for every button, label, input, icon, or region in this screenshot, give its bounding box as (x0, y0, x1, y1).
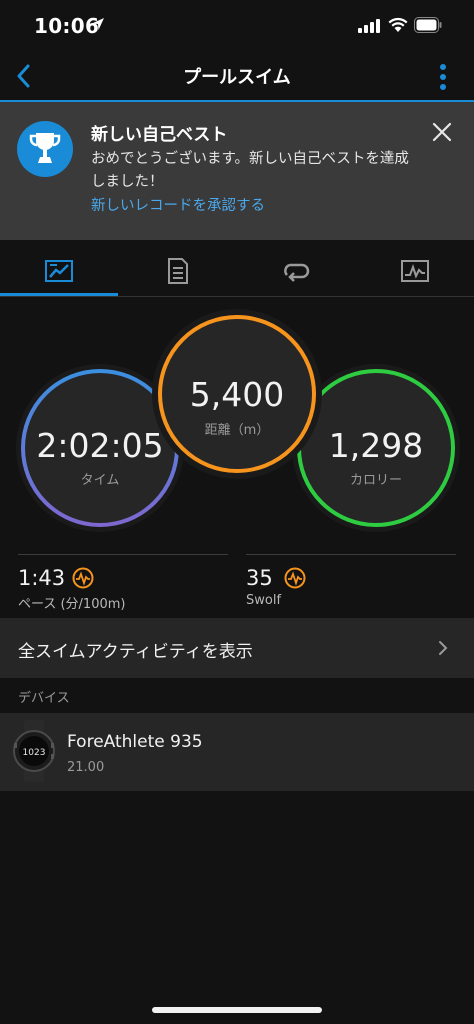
swolf-value: 35 (246, 566, 273, 590)
navigation-bar: プールスイム (0, 52, 474, 102)
stats-icon (45, 260, 74, 282)
divider (246, 554, 456, 555)
calories-label: カロリー (349, 473, 402, 488)
activity-page: 10:06 プールスイム 新しい自己ベスト おめでとうございます。新しい自己ベス… (0, 0, 474, 1024)
cellular-signal-icon (358, 19, 380, 33)
watch-icon: 1023 (13, 720, 55, 782)
divider (0, 296, 474, 297)
page-title: プールスイム (183, 67, 291, 88)
chevron-right-icon (439, 641, 448, 655)
home-indicator[interactable] (152, 1007, 322, 1013)
device-name: ForeAthlete 935 (67, 732, 203, 752)
swolf-label: Swolf (246, 593, 282, 608)
document-icon (167, 258, 188, 284)
pace-label: ペース (分/100m) (18, 597, 126, 612)
banner-title: 新しい自己ベスト (91, 125, 228, 145)
device-version: 21.00 (67, 760, 105, 775)
divider (18, 554, 228, 555)
tab-laps[interactable] (237, 246, 356, 296)
trophy-icon (17, 121, 73, 177)
personal-record-banner: 新しい自己ベスト おめでとうございます。新しい自己ベストを達成しました！ (0, 102, 474, 240)
distance-value: 5,400 (189, 375, 285, 414)
banner-message: おめでとうございます。新しい自己ベストを達成しました！ (91, 151, 409, 190)
watch-face-time: 1023 (23, 748, 46, 758)
devices-section-label: デバイス (18, 691, 70, 706)
tab-bar (0, 246, 474, 296)
tab-details[interactable] (119, 246, 238, 296)
time-value: 2:02:05 (36, 426, 164, 465)
calories-value: 1,298 (328, 426, 424, 465)
close-icon[interactable] (432, 122, 452, 142)
distance-metric[interactable]: 5,400 距離（m） (157, 314, 317, 474)
tab-charts[interactable] (356, 246, 474, 296)
battery-icon (414, 17, 442, 33)
wifi-icon (388, 17, 408, 32)
tab-stats[interactable] (0, 246, 119, 296)
distance-label: 距離（m） (204, 423, 270, 438)
effort-icon (284, 567, 306, 589)
laps-icon (284, 263, 310, 282)
chart-icon (400, 260, 429, 282)
all-swim-activities-row[interactable]: 全スイムアクティビティを表示 (0, 618, 474, 678)
effort-icon (72, 567, 94, 589)
time-label: タイム (80, 473, 120, 488)
location-arrow-icon (92, 18, 104, 30)
all-swim-activities-label: 全スイムアクティビティを表示 (18, 642, 253, 662)
more-options-icon[interactable] (438, 63, 448, 91)
device-row[interactable] (0, 713, 474, 791)
accept-record-link[interactable]: 新しいレコードを承認する (91, 194, 265, 215)
pace-value: 1:43 (18, 566, 66, 590)
status-bar: 10:06 (0, 0, 474, 52)
